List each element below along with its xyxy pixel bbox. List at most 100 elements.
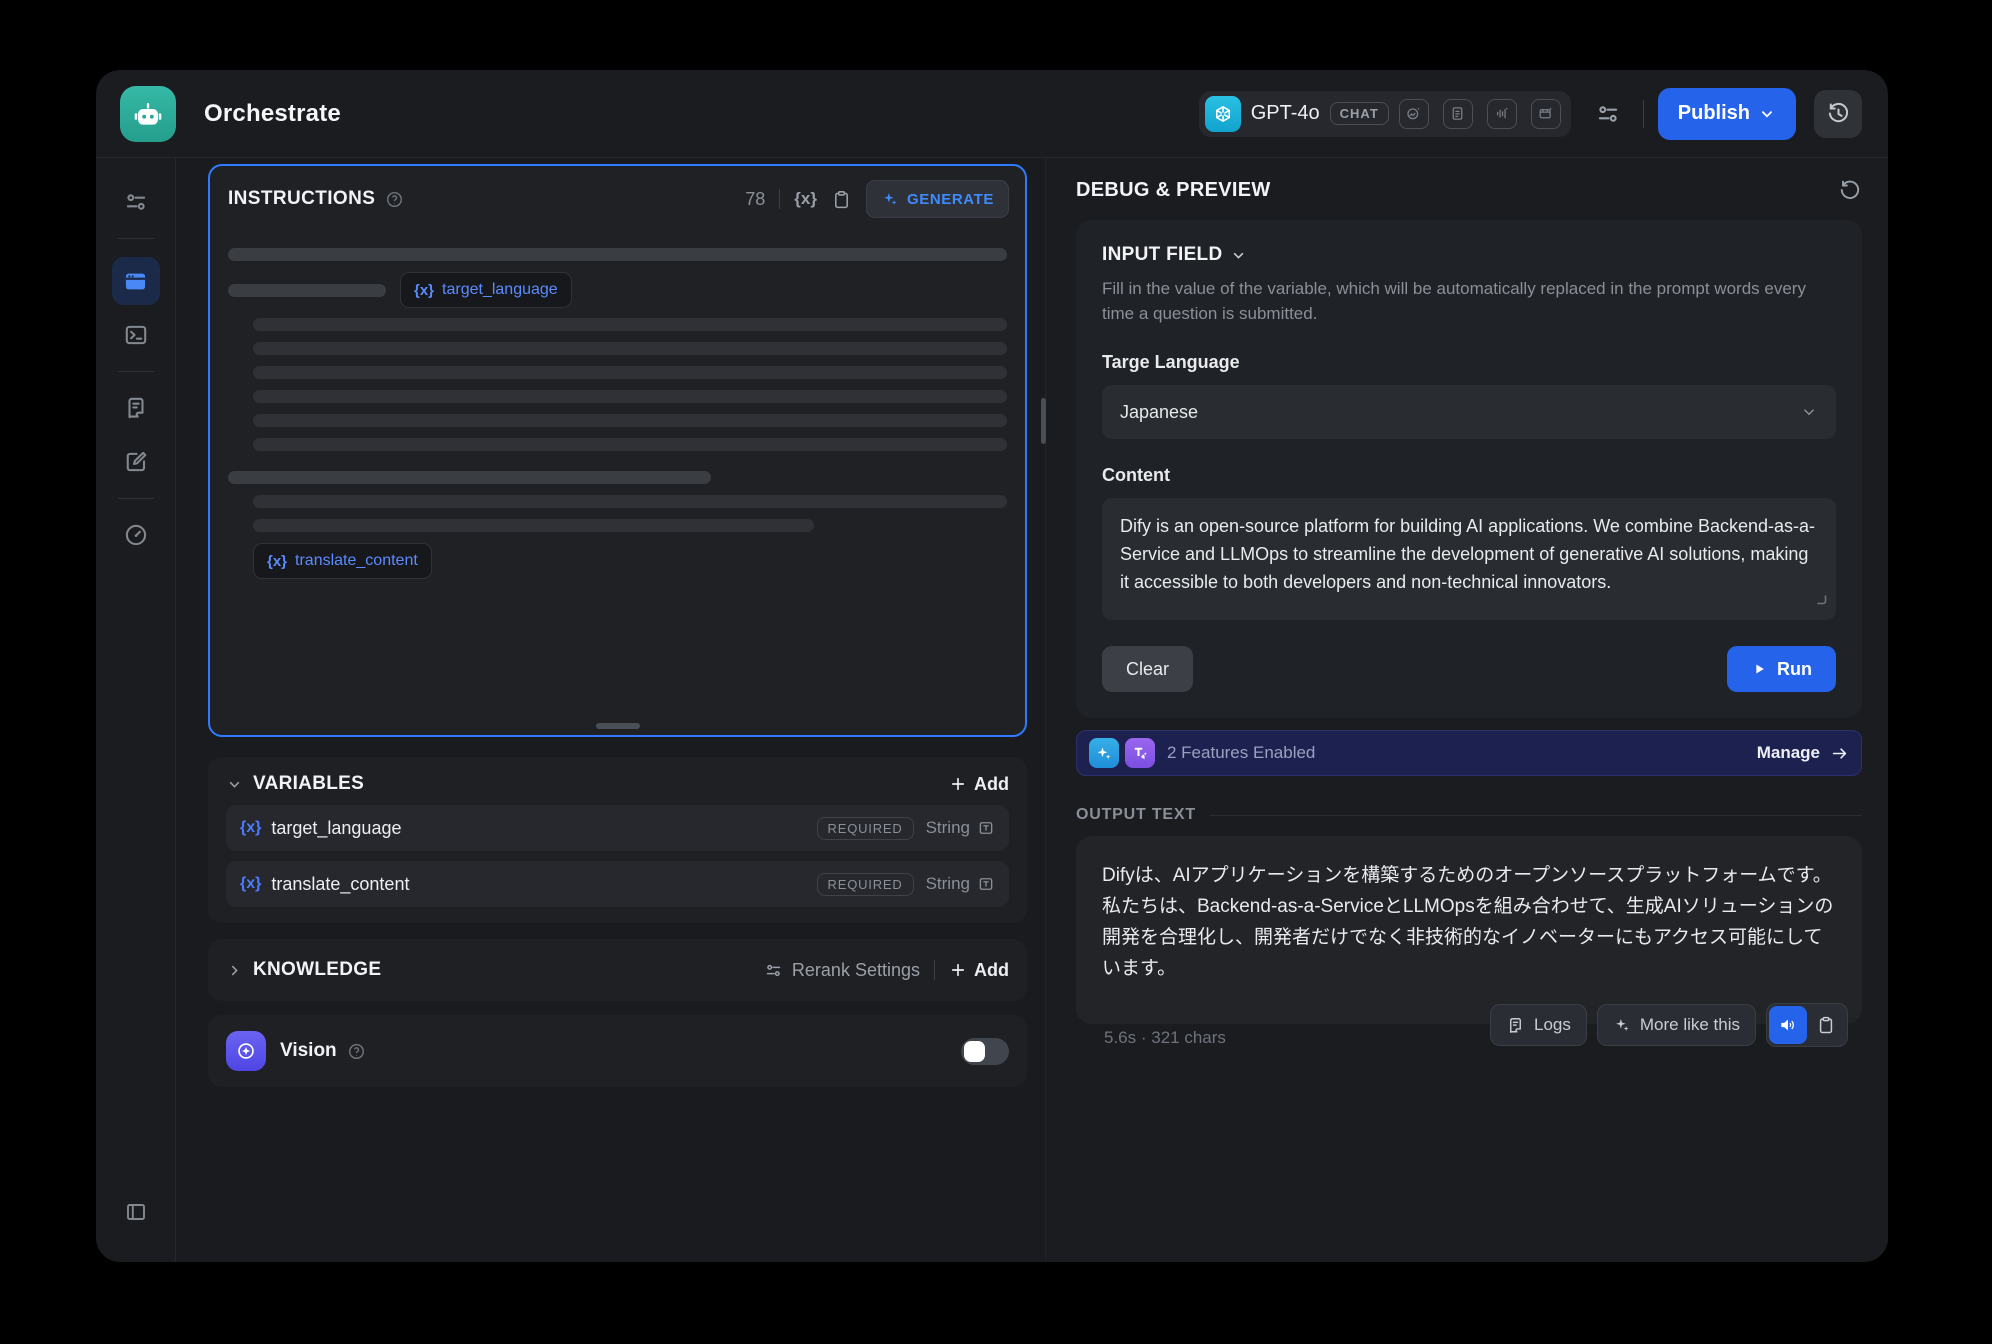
content-textarea[interactable]: Dify is an open-source platform for buil… xyxy=(1102,498,1836,620)
chevron-down-icon xyxy=(1230,247,1247,264)
left-sidebar xyxy=(96,158,176,1262)
terminal-icon xyxy=(123,322,149,348)
copy-output-button[interactable] xyxy=(1807,1006,1845,1044)
knowledge-title: KNOWLEDGE xyxy=(253,959,381,981)
input-field-header[interactable]: INPUT FIELD xyxy=(1102,244,1836,266)
model-selector[interactable]: GPT-4o CHAT xyxy=(1199,91,1571,137)
model-parameters-icon[interactable] xyxy=(1587,93,1629,135)
skeleton-line xyxy=(253,342,1007,355)
variable-chip-target-language[interactable]: {x} target_language xyxy=(400,272,572,308)
variable-chip-translate-content[interactable]: {x} translate_content xyxy=(253,543,432,579)
logs-button[interactable]: Logs xyxy=(1490,1004,1587,1046)
restart-debug-button[interactable] xyxy=(1838,178,1862,202)
header-divider xyxy=(1643,100,1644,128)
skeleton-line xyxy=(253,519,814,532)
sidebar-divider xyxy=(118,371,154,372)
instructions-panel[interactable]: INSTRUCTIONS 78 {x} xyxy=(208,164,1027,737)
sidebar-item-logs[interactable] xyxy=(112,384,160,432)
manage-label: Manage xyxy=(1757,743,1820,763)
instructions-header: INSTRUCTIONS 78 {x} xyxy=(210,166,1025,226)
variable-type-label: String xyxy=(926,818,970,838)
sliders-icon xyxy=(123,189,149,215)
knowledge-header[interactable]: KNOWLEDGE Rerank Settings Add xyxy=(226,955,1009,985)
variable-row[interactable]: {x} target_language REQUIRED String xyxy=(226,805,1009,851)
clipboard-icon xyxy=(831,189,852,210)
vision-feature-icon xyxy=(226,1031,266,1071)
output-text-card: Difyは、AIアプリケーションを構築するためのオープンソースプラットフォームで… xyxy=(1076,836,1862,1024)
copy-prompt-button[interactable] xyxy=(831,189,852,210)
string-type-icon xyxy=(977,875,995,893)
add-label: Add xyxy=(974,960,1009,981)
generate-button[interactable]: GENERATE xyxy=(866,180,1009,218)
add-variable-button[interactable]: Add xyxy=(949,774,1009,795)
sparkle-icon xyxy=(1613,1016,1631,1034)
resize-grip-icon[interactable] xyxy=(1814,586,1828,614)
logs-label: Logs xyxy=(1534,1015,1571,1035)
manage-features-button[interactable]: Manage xyxy=(1757,743,1849,763)
app-logo[interactable] xyxy=(120,86,176,142)
more-like-this-button[interactable]: More like this xyxy=(1597,1004,1756,1046)
sidebar-item-orchestrate[interactable] xyxy=(112,257,160,305)
string-type-icon xyxy=(977,819,995,837)
vision-capability-icon xyxy=(1399,99,1429,129)
skeleton-line xyxy=(253,438,1007,451)
features-bar[interactable]: 2 Features Enabled Manage xyxy=(1076,730,1862,776)
chevron-right-icon xyxy=(226,962,243,979)
rerank-label: Rerank Settings xyxy=(792,960,920,981)
variable-type[interactable]: String xyxy=(926,818,995,838)
gauge-icon xyxy=(123,522,149,548)
skeleton-line xyxy=(228,471,711,484)
add-knowledge-button[interactable]: Add xyxy=(949,960,1009,981)
variables-header[interactable]: VARIABLES Add xyxy=(226,773,1009,795)
char-counter: 78 xyxy=(745,189,765,210)
variable-name: target_language xyxy=(271,818,401,839)
skeleton-line xyxy=(253,318,1007,331)
instructions-title: INSTRUCTIONS xyxy=(228,188,375,210)
play-audio-button[interactable] xyxy=(1769,1006,1807,1044)
run-button[interactable]: Run xyxy=(1727,646,1836,692)
variables-title: VARIABLES xyxy=(253,773,364,795)
sidebar-divider xyxy=(118,238,154,239)
sidebar-item-monitoring[interactable] xyxy=(112,511,160,559)
variable-chip-label: target_language xyxy=(442,281,558,299)
sidebar-item-annotations[interactable] xyxy=(112,438,160,486)
insert-variable-button[interactable]: {x} xyxy=(794,189,817,209)
play-icon xyxy=(1751,661,1767,677)
resize-handle[interactable] xyxy=(596,723,640,729)
sidebar-item-settings[interactable] xyxy=(112,178,160,226)
target-language-select[interactable]: Japanese xyxy=(1102,385,1836,439)
main-area: INSTRUCTIONS 78 {x} xyxy=(96,158,1888,1262)
header-actions: GPT-4o CHAT xyxy=(1199,88,1862,140)
audio-copy-group xyxy=(1766,1003,1848,1047)
model-name: GPT-4o xyxy=(1251,102,1320,125)
pane-resize-handle[interactable] xyxy=(1041,398,1046,444)
variable-token: {x} xyxy=(240,875,261,893)
variable-row[interactable]: {x} translate_content REQUIRED String xyxy=(226,861,1009,907)
rerank-settings-button[interactable]: Rerank Settings xyxy=(764,960,920,981)
collapse-sidebar-button[interactable] xyxy=(112,1188,160,1236)
plus-icon xyxy=(949,961,967,979)
help-icon[interactable] xyxy=(347,1042,366,1061)
add-label: Add xyxy=(974,774,1009,795)
variable-type[interactable]: String xyxy=(926,874,995,894)
skeleton-line xyxy=(228,284,386,297)
edit-square-icon xyxy=(123,449,149,475)
selected-language: Japanese xyxy=(1120,402,1198,423)
clear-button[interactable]: Clear xyxy=(1102,646,1193,692)
version-history-button[interactable] xyxy=(1814,90,1862,138)
prompt-editor[interactable]: {x} target_language xyxy=(210,226,1025,579)
variable-token: {x} xyxy=(267,553,287,570)
sidebar-divider xyxy=(118,498,154,499)
log-document-icon xyxy=(123,395,149,421)
debug-header: DEBUG & PREVIEW xyxy=(1076,178,1862,202)
vision-toggle[interactable] xyxy=(961,1038,1009,1065)
app-window: Orchestrate GPT-4o CHAT xyxy=(96,70,1888,1262)
openai-logo-icon xyxy=(1205,96,1241,132)
toolbar-divider xyxy=(779,189,780,209)
text-to-speech-feature-icon xyxy=(1125,738,1155,768)
publish-button[interactable]: Publish xyxy=(1658,88,1796,140)
variable-type-label: String xyxy=(926,874,970,894)
sidebar-item-api[interactable] xyxy=(112,311,160,359)
help-icon[interactable] xyxy=(385,190,404,209)
output-divider xyxy=(1210,815,1862,816)
